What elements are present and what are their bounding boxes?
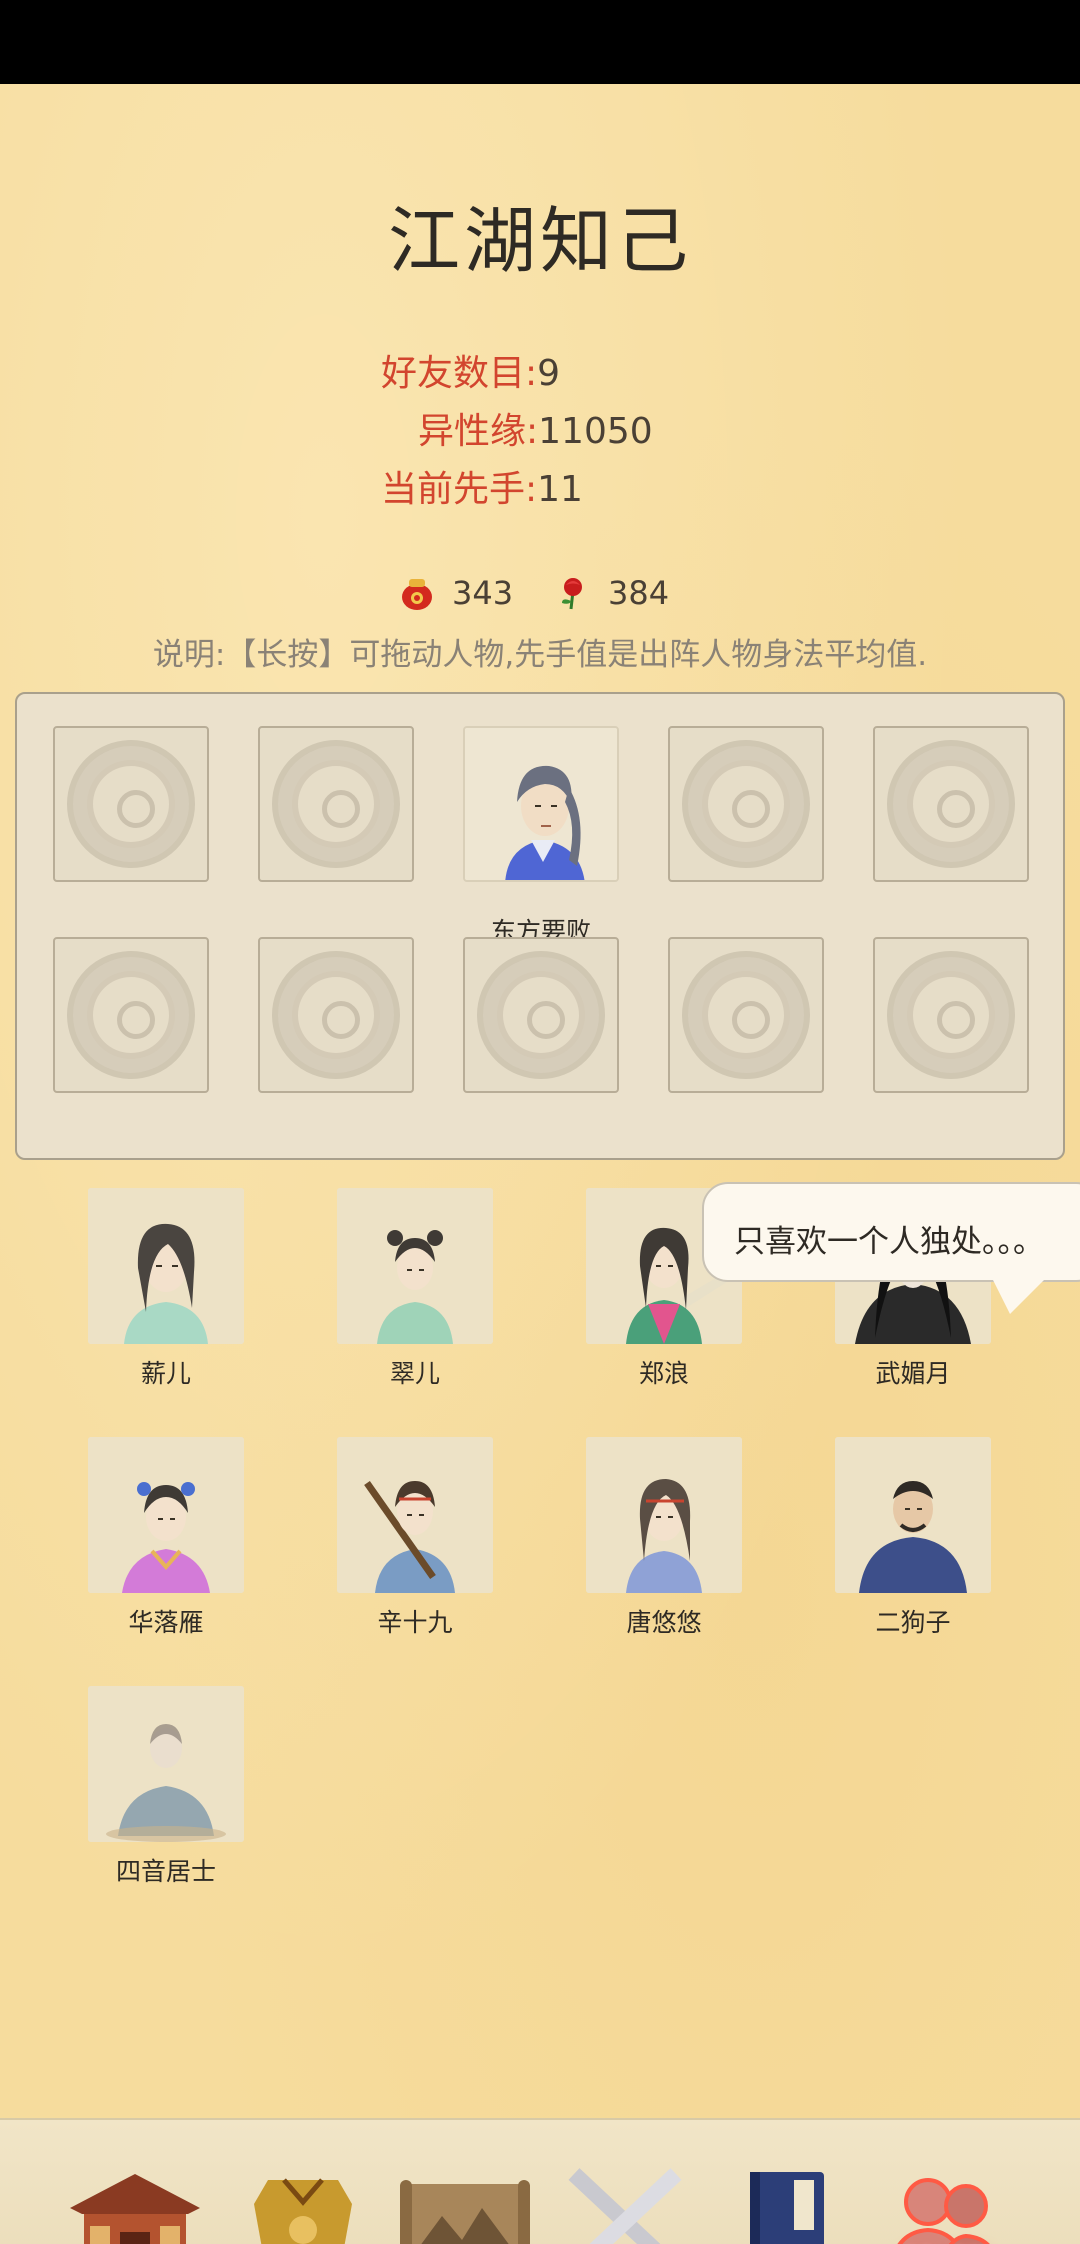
red-pouch-icon <box>402 579 432 610</box>
nav-label: 江湖 <box>390 2236 540 2244</box>
companion-name: 郑浪 <box>638 1359 689 1388</box>
speech-bubble-tail <box>990 1274 1050 1314</box>
companion-card-siyinjushi[interactable] <box>88 1686 244 1842</box>
portrait-xiner-icon <box>88 1188 244 1344</box>
initiative-value: 11 <box>537 469 583 510</box>
companion-name: 四音居士 <box>115 1857 216 1886</box>
friends-count-value: 9 <box>537 353 561 394</box>
companion-name: 翠儿 <box>389 1359 440 1388</box>
pouch-count: 343 <box>452 574 514 612</box>
friends-count-stat: 好友数目:9 <box>381 344 560 396</box>
portrait-ergouzi-icon <box>835 1437 991 1593</box>
pouch-currency: 343 <box>400 574 513 612</box>
companion-card-tangyouyou[interactable] <box>586 1437 742 1593</box>
empty-slot-emblem-icon <box>477 951 605 1079</box>
nav-item-equipment[interactable]: 装备 <box>228 2154 378 2244</box>
nav-label: 装备 <box>228 2236 378 2244</box>
portrait-xinshijiu-icon <box>337 1437 493 1593</box>
empty-slot-emblem-icon <box>887 740 1015 868</box>
speech-bubble: 只喜欢一个人独处。。。 <box>702 1182 1080 1282</box>
companion-card-hualuoyan[interactable] <box>88 1437 244 1593</box>
companion-card-xinshijiu[interactable] <box>337 1437 493 1593</box>
nav-label: 武功 <box>710 2236 860 2244</box>
companion-card-xiner[interactable] <box>88 1188 244 1344</box>
empty-slot-emblem-icon <box>682 951 810 1079</box>
portrait-siyinjushi-icon <box>88 1686 244 1842</box>
companion-name: 薪儿 <box>140 1359 191 1388</box>
nav-item-jianghu[interactable]: 江湖 <box>390 2154 540 2244</box>
empty-slot-emblem-icon <box>272 951 400 1079</box>
companion-name: 华落雁 <box>128 1608 204 1637</box>
scroll-map-icon <box>400 2180 530 2244</box>
affinity-value: 11050 <box>538 411 653 452</box>
page: 江湖知己 好友数目:9 异性缘:11050 当前先手:11 343 384 说明… <box>0 84 1080 2244</box>
formation-slot[interactable] <box>53 726 209 882</box>
nav-label: 首页 <box>60 2236 210 2244</box>
page-title: 江湖知己 <box>387 199 692 283</box>
portrait-dongfang-icon <box>465 728 617 880</box>
partners-icon <box>897 2178 990 2244</box>
initiative-label: 当前先手: <box>381 469 538 510</box>
portrait-cuier-icon <box>337 1188 493 1344</box>
formation-slot[interactable] <box>873 726 1029 882</box>
red-rose-icon <box>562 578 582 610</box>
initiative-stat: 当前先手:11 <box>381 460 583 512</box>
formation-slot-occupied[interactable] <box>463 726 619 882</box>
formation-slot[interactable] <box>258 726 414 882</box>
nav-item-challenge[interactable]: 闯关 <box>550 2154 700 2244</box>
companion-card-ergouzi[interactable] <box>835 1437 991 1593</box>
companion-name: 二狗子 <box>875 1608 951 1637</box>
house-icon <box>70 2174 200 2244</box>
formation-slot[interactable] <box>463 937 619 1093</box>
nav-item-partners[interactable]: 伙伴 <box>870 2154 1020 2244</box>
rose-count: 384 <box>608 574 670 612</box>
friends-count-label: 好友数目: <box>381 353 538 394</box>
nav-item-home[interactable]: 首页 <box>60 2154 210 2244</box>
nav-label: 闯关 <box>550 2236 700 2244</box>
armor-icon <box>254 2178 352 2244</box>
formation-slot[interactable] <box>873 937 1029 1093</box>
instruction-note: 说明:【长按】可拖动人物,先手值是出阵人物身法平均值. <box>152 637 928 673</box>
book-icon <box>750 2172 824 2244</box>
status-bar <box>0 0 1080 84</box>
rose-currency: 384 <box>556 574 669 612</box>
formation-panel[interactable]: 东方要败 <box>15 692 1065 1160</box>
nav-label: 伙伴 <box>870 2236 1020 2244</box>
nav-item-martial-arts[interactable]: 武功 <box>710 2154 860 2244</box>
formation-slot[interactable] <box>668 726 824 882</box>
portrait-hualuoyan-icon <box>88 1437 244 1593</box>
empty-slot-emblem-icon <box>67 951 195 1079</box>
companion-name: 辛十九 <box>377 1608 453 1637</box>
bottom-nav: 首页 装备 江湖 <box>0 2118 1080 2244</box>
formation-slot[interactable] <box>668 937 824 1093</box>
formation-slot[interactable] <box>53 937 209 1093</box>
empty-slot-emblem-icon <box>682 740 810 868</box>
empty-slot-emblem-icon <box>272 740 400 868</box>
crossed-swords-icon <box>568 2168 682 2244</box>
companion-card-cuier[interactable] <box>337 1188 493 1344</box>
empty-slot-emblem-icon <box>887 951 1015 1079</box>
portrait-tangyouyou-icon <box>586 1437 742 1593</box>
affinity-label: 异性缘: <box>418 411 539 452</box>
formation-slot[interactable] <box>258 937 414 1093</box>
companion-name: 武媚月 <box>875 1359 951 1388</box>
empty-slot-emblem-icon <box>67 740 195 868</box>
companion-name: 唐悠悠 <box>626 1608 702 1637</box>
affinity-stat: 异性缘:11050 <box>418 402 653 454</box>
